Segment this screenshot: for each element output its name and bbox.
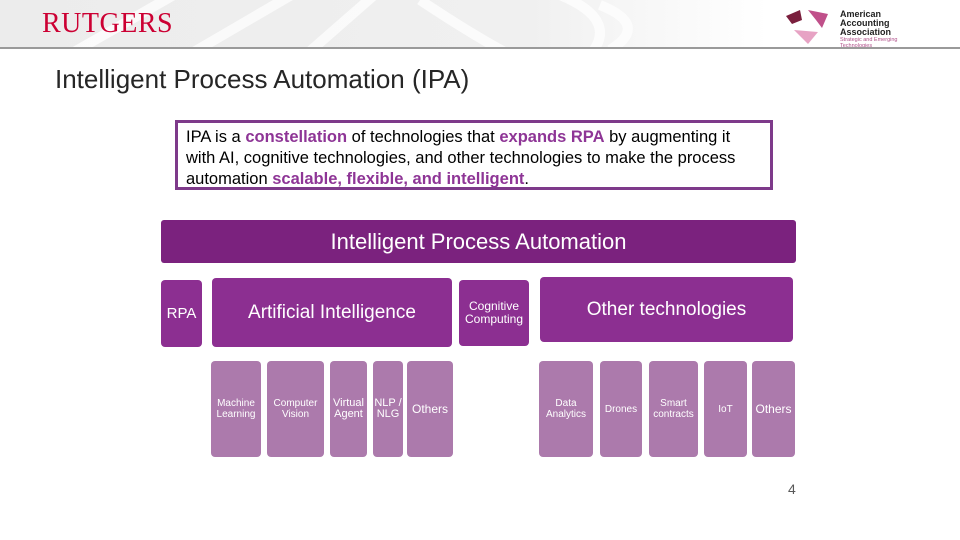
rutgers-logo: RUTGERS [42,8,174,39]
other-child-others: Others [752,361,795,457]
box-label: Learning [216,409,256,420]
box-label: IoT [718,403,733,415]
box-label: Others [411,401,448,416]
box-label: Machine [217,398,255,409]
page-title: Intelligent Process Automation (IPA) [55,64,470,94]
rpa-box: RPA [161,280,202,347]
box-label: Agent [334,408,363,420]
ai-child-nlp-nlg: NLP / NLG [373,361,403,457]
box-label: Computer [273,398,318,409]
other-child-data-analytics: Data Analytics [539,361,593,457]
other-child-iot: IoT [704,361,747,457]
box-label: Analytics [545,409,586,420]
box-label: NLG [376,408,400,420]
aaa-logo-text: American Accounting Association Strategi… [840,9,898,49]
other-technologies-box: Other technologies [540,277,793,342]
definition-box: IPA is a constellation of technologies t… [175,120,773,190]
box-label: Smart [660,398,687,409]
page-number: 4 [788,481,796,497]
other-child-smart-contracts: Smart contracts [649,361,698,457]
box-label: contracts [653,409,694,420]
ai-child-computer-vision: Computer Vision [267,361,324,457]
ai-box: Artificial Intelligence [212,278,452,347]
slide-header: RUTGERS American Accounting Association … [0,0,960,48]
cognitive-computing-box: Cognitive Computing [459,280,529,346]
ai-child-others: Others [407,361,453,457]
box-label: Data [555,398,577,409]
other-child-drones: Drones [600,361,642,457]
header-divider [0,47,960,49]
ipa-top-box: Intelligent Process Automation [161,220,796,263]
box-label: Drones [604,403,638,415]
box-label: Others [755,401,792,416]
box-label: Vision [281,409,310,420]
ai-child-machine-learning: Machine Learning [211,361,261,457]
ai-child-virtual-agent: Virtual Agent [330,361,367,457]
aaa-logo-icon [786,10,828,44]
